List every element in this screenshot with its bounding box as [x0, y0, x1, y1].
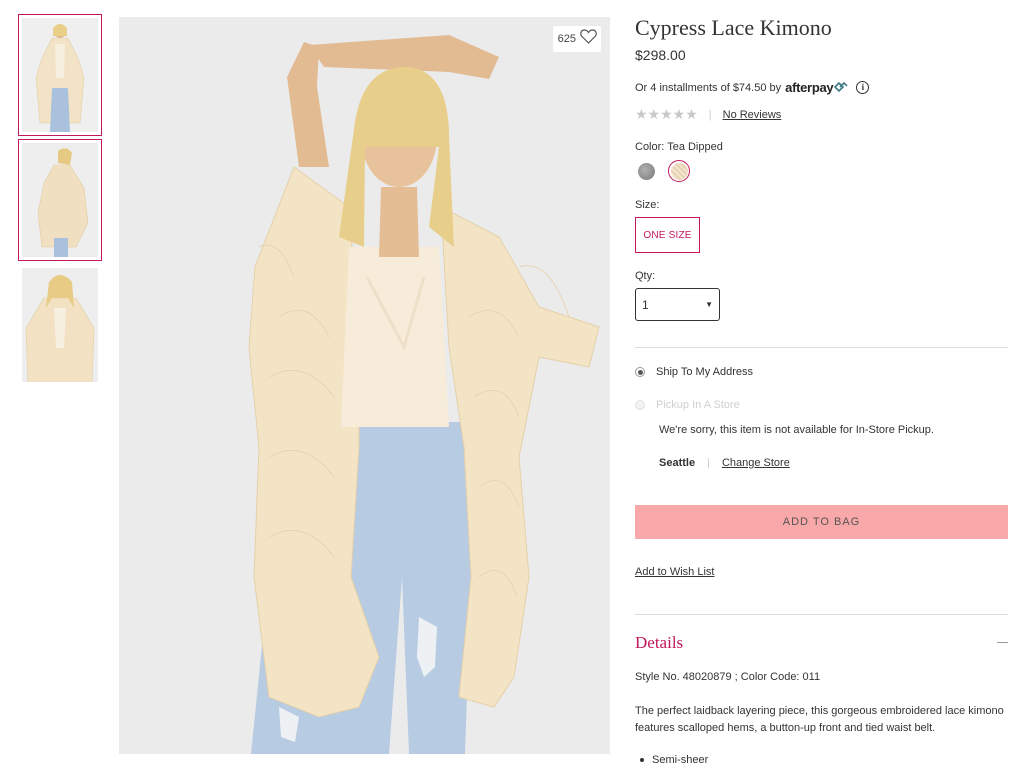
add-to-wishlist-link[interactable]: Add to Wish List	[635, 566, 714, 578]
bullet-text: Semi-sheer	[652, 754, 709, 766]
swatch-tea-dipped-dot	[670, 162, 688, 180]
thumbnail-close-up-view[interactable]	[18, 264, 102, 386]
thumbnail-front-view[interactable]	[18, 14, 102, 136]
thumbnail-image	[22, 268, 98, 382]
pickup-in-store-option: Pickup In A Store	[635, 399, 740, 411]
qty-value: 1	[642, 297, 649, 312]
details-bullet: Semi-sheer	[640, 754, 708, 766]
add-to-bag-button[interactable]: ADD TO BAG	[635, 505, 1008, 539]
color-swatches	[635, 160, 690, 182]
rating-row: ★★★★★ | No Reviews	[635, 106, 781, 123]
heart-icon[interactable]	[580, 29, 597, 49]
product-info: Cypress Lace Kimono $298.00 Or 4 install…	[635, 0, 1008, 777]
star-rating: ★★★★★	[635, 106, 698, 122]
installments-row: Or 4 installments of $74.50 by afterpay …	[635, 80, 870, 95]
like-count: 625	[557, 33, 576, 45]
product-price: $298.00	[635, 47, 686, 63]
qty-select[interactable]: 1 ▼	[635, 288, 720, 321]
collapse-icon[interactable]	[997, 642, 1008, 643]
size-one-size-button[interactable]: ONE SIZE	[635, 217, 700, 253]
change-store-link[interactable]: Change Store	[722, 457, 790, 469]
radio-pickup-disabled	[635, 400, 645, 410]
ship-to-address-option[interactable]: Ship To My Address	[635, 366, 753, 378]
pickup-unavailable-note: We're sorry, this item is not available …	[659, 424, 934, 436]
color-label: Color: Tea Dipped	[635, 141, 723, 153]
qty-label: Qty:	[635, 270, 656, 282]
pickup-option-label: Pickup In A Store	[656, 399, 740, 411]
divider	[635, 614, 1008, 615]
divider	[635, 347, 1008, 348]
chevron-down-icon: ▼	[705, 300, 713, 309]
like-widget[interactable]: 625	[552, 26, 601, 52]
product-description: The perfect laidback layering piece, thi…	[635, 705, 1004, 734]
thumbnail-image	[22, 143, 98, 257]
details-heading[interactable]: Details	[635, 633, 683, 653]
rating-separator: |	[708, 108, 712, 121]
style-number: Style No. 48020879 ; Color Code: 011	[635, 671, 821, 683]
ship-option-label: Ship To My Address	[656, 366, 754, 378]
thumbnail-image	[22, 18, 98, 132]
info-icon[interactable]: i	[856, 81, 870, 94]
store-separator: |	[707, 457, 710, 469]
size-label: Size:	[635, 199, 660, 211]
store-row: Seattle | Change Store	[659, 457, 790, 469]
reviews-link[interactable]: No Reviews	[723, 109, 782, 121]
bullet-dot	[640, 758, 644, 762]
swatch-tea-dipped[interactable]	[668, 160, 690, 182]
thumbnail-side-view[interactable]	[18, 139, 102, 261]
product-title: Cypress Lace Kimono	[635, 15, 832, 40]
main-product-image[interactable]: 625	[119, 17, 610, 754]
afterpay-wordmark: afterpay	[785, 80, 834, 95]
model-photo	[119, 17, 610, 754]
installments-text: Or 4 installments of $74.50 by	[635, 81, 782, 94]
swatch-grey-dot	[637, 162, 655, 180]
store-name: Seattle	[659, 457, 696, 469]
afterpay-logo: afterpay	[785, 80, 848, 95]
swatch-grey[interactable]	[635, 160, 657, 182]
radio-ship-selected[interactable]	[635, 367, 645, 377]
